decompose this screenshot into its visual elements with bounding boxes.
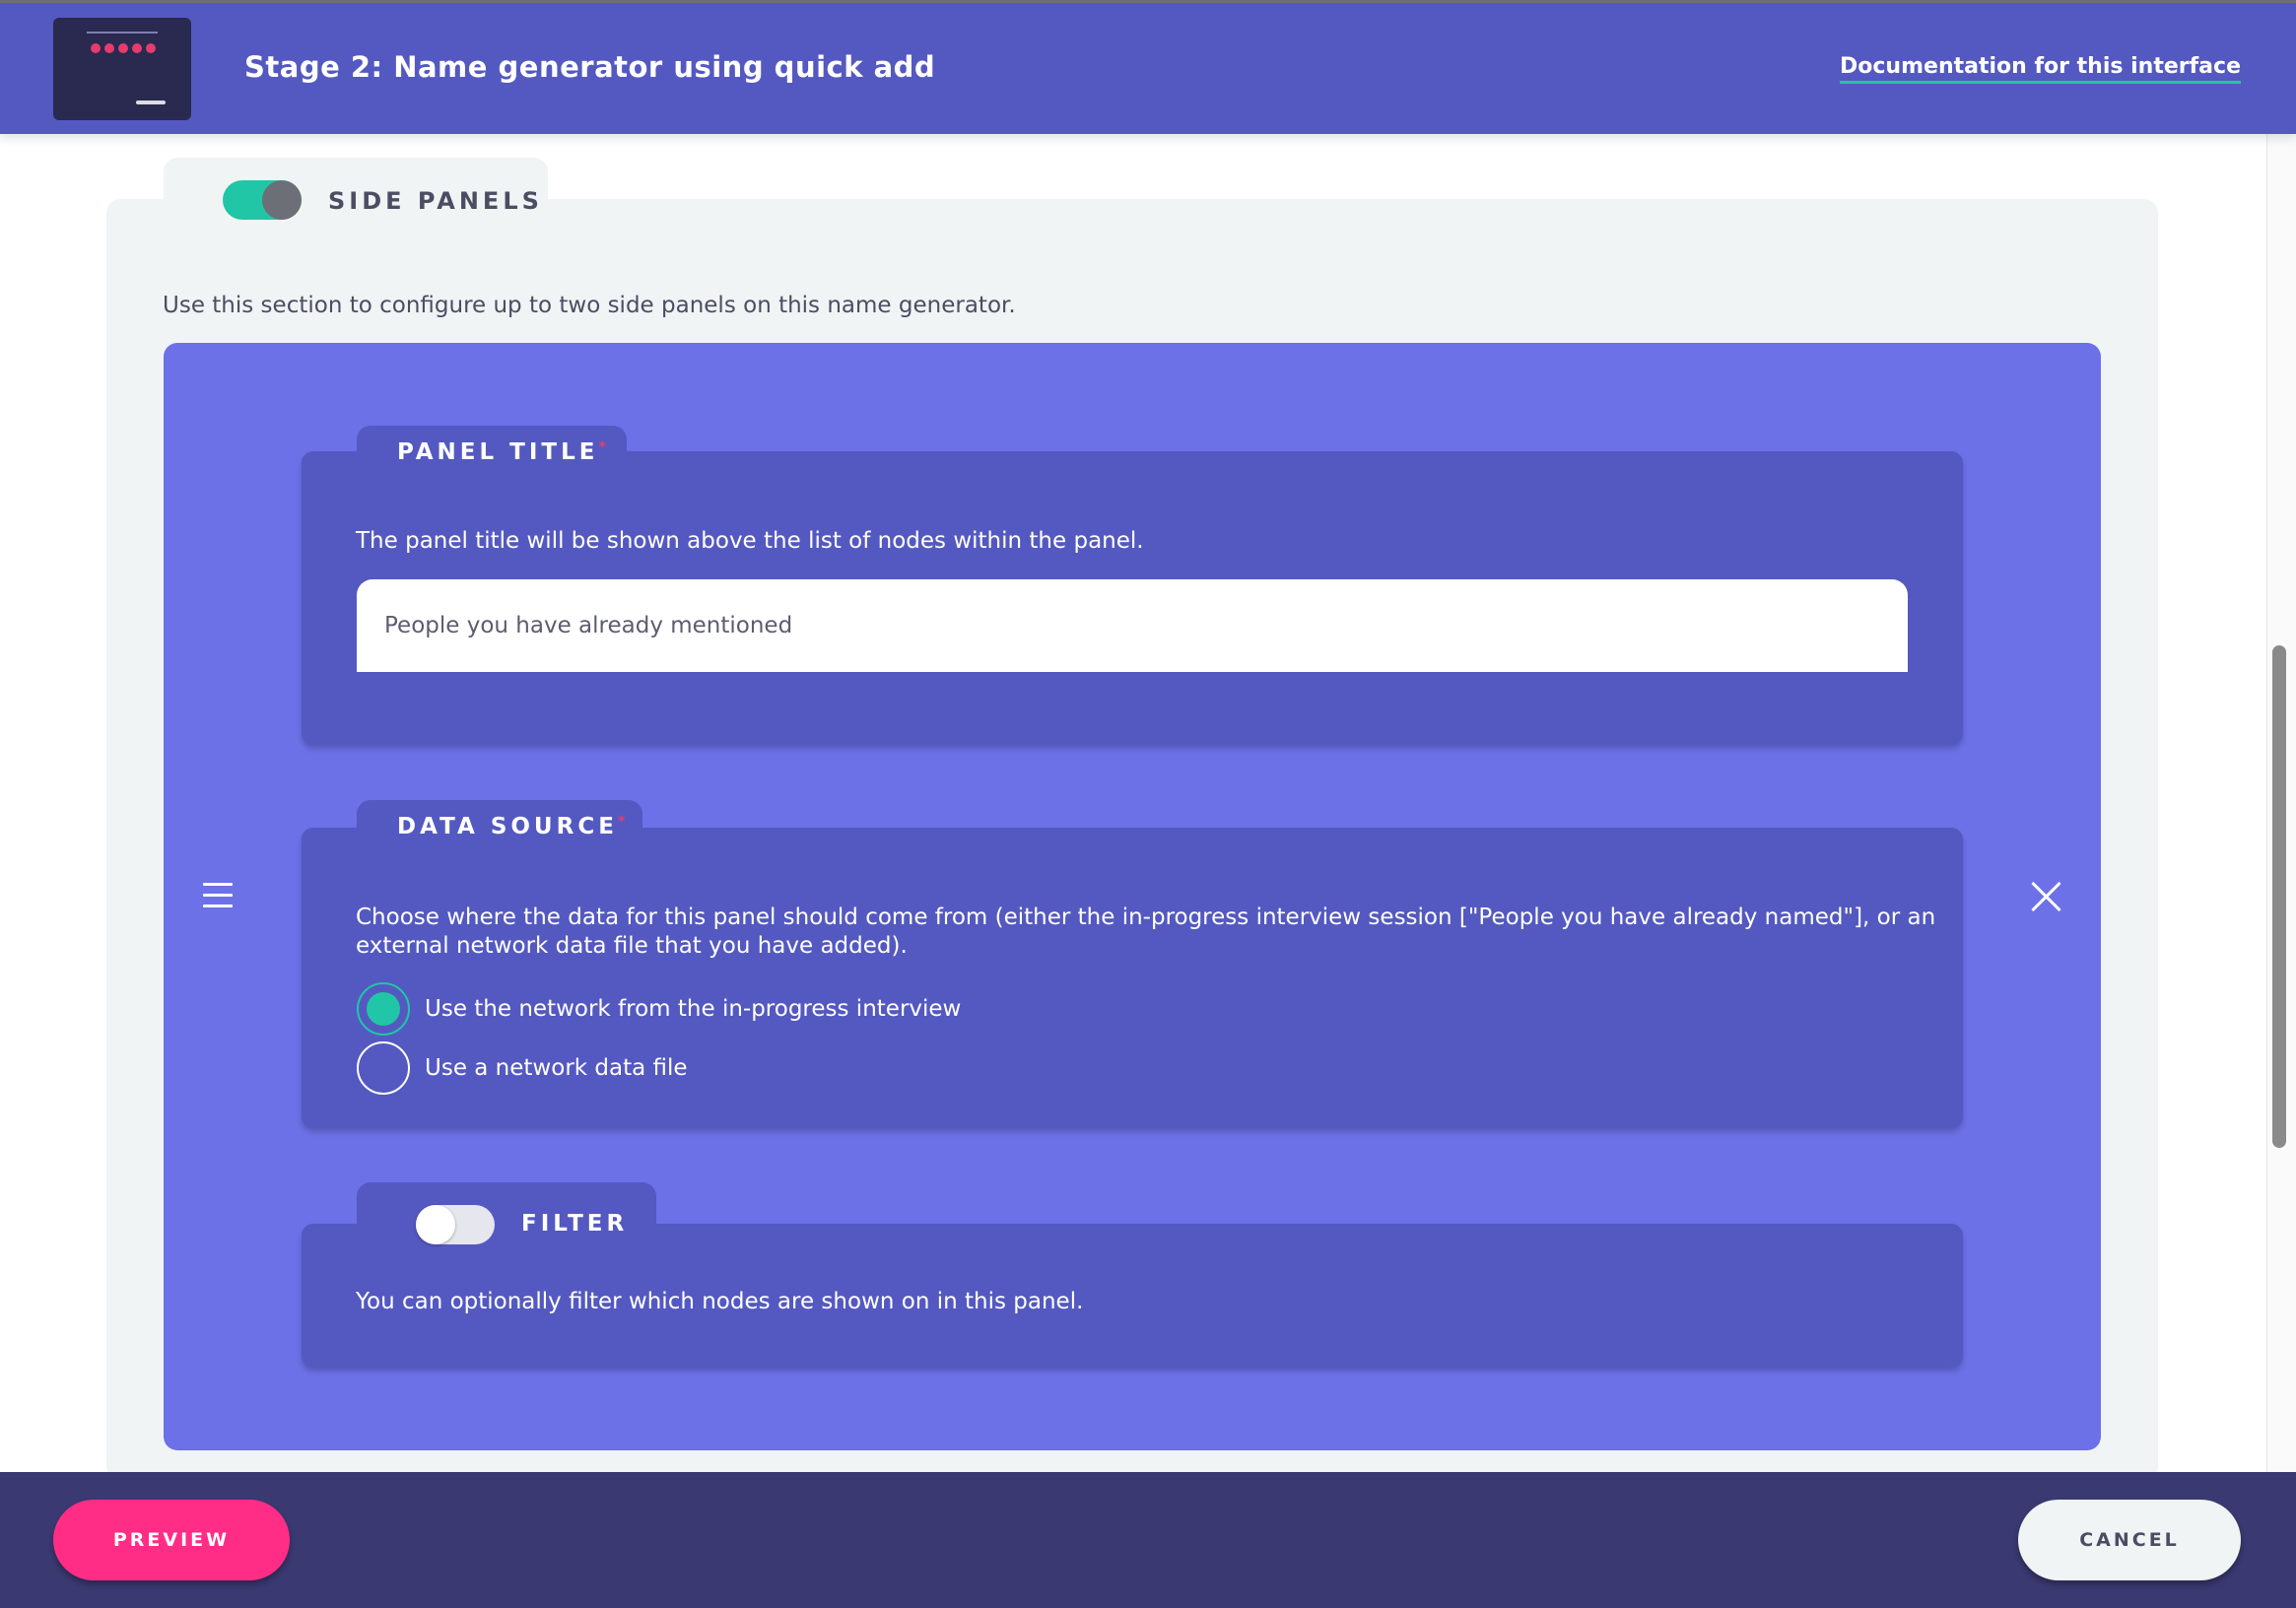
- data-source-description-line-2: external network data file that you have…: [356, 933, 908, 959]
- radio-label-in-progress-interview[interactable]: Use the network from the in-progress int…: [425, 996, 961, 1022]
- thumbnail-node-dots: [91, 43, 156, 53]
- panel-title-description: The panel title will be shown above the …: [356, 528, 1144, 554]
- data-source-description: Choose where the data for this panel sho…: [356, 904, 1935, 961]
- panel-title-input[interactable]: People you have already mentioned: [357, 579, 1908, 672]
- side-panels-toggle[interactable]: [223, 180, 302, 220]
- radio-selected-dot: [367, 992, 400, 1026]
- radio-in-progress-interview[interactable]: [357, 982, 410, 1036]
- filter-description: You can optionally filter which nodes ar…: [356, 1289, 1084, 1314]
- side-panels-label: SIDE PANELS: [328, 187, 543, 215]
- toggle-knob: [416, 1205, 455, 1244]
- radio-network-data-file[interactable]: [357, 1041, 410, 1095]
- documentation-link[interactable]: Documentation for this interface: [1840, 54, 2241, 84]
- stage-thumbnail[interactable]: [53, 18, 191, 120]
- preview-button[interactable]: PREVIEW: [53, 1500, 290, 1580]
- stage-header: Stage 2: Name generator using quick add …: [0, 0, 2296, 134]
- toggle-knob: [262, 180, 302, 220]
- data-source-card: [302, 828, 1963, 1128]
- panel-title-label: PANEL TITLE*: [397, 439, 610, 465]
- data-source-description-line-1: Choose where the data for this panel sho…: [356, 904, 1936, 930]
- filter-toggle[interactable]: [416, 1205, 495, 1244]
- thumbnail-text-line: [87, 32, 158, 34]
- thumbnail-input-bar: [136, 100, 166, 104]
- footer-bar: PREVIEW CANCEL: [0, 1472, 2296, 1608]
- close-icon[interactable]: [2030, 881, 2061, 912]
- page-title: Stage 2: Name generator using quick add: [244, 50, 936, 84]
- data-source-label: DATA SOURCE*: [397, 814, 630, 839]
- side-panels-description: Use this section to configure up to two …: [163, 293, 1016, 318]
- cancel-button[interactable]: CANCEL: [2018, 1500, 2241, 1580]
- radio-label-network-data-file[interactable]: Use a network data file: [425, 1055, 688, 1081]
- filter-label: FILTER: [521, 1211, 629, 1237]
- drag-handle-icon[interactable]: [203, 883, 233, 908]
- scrollbar-thumb[interactable]: [2272, 645, 2286, 1148]
